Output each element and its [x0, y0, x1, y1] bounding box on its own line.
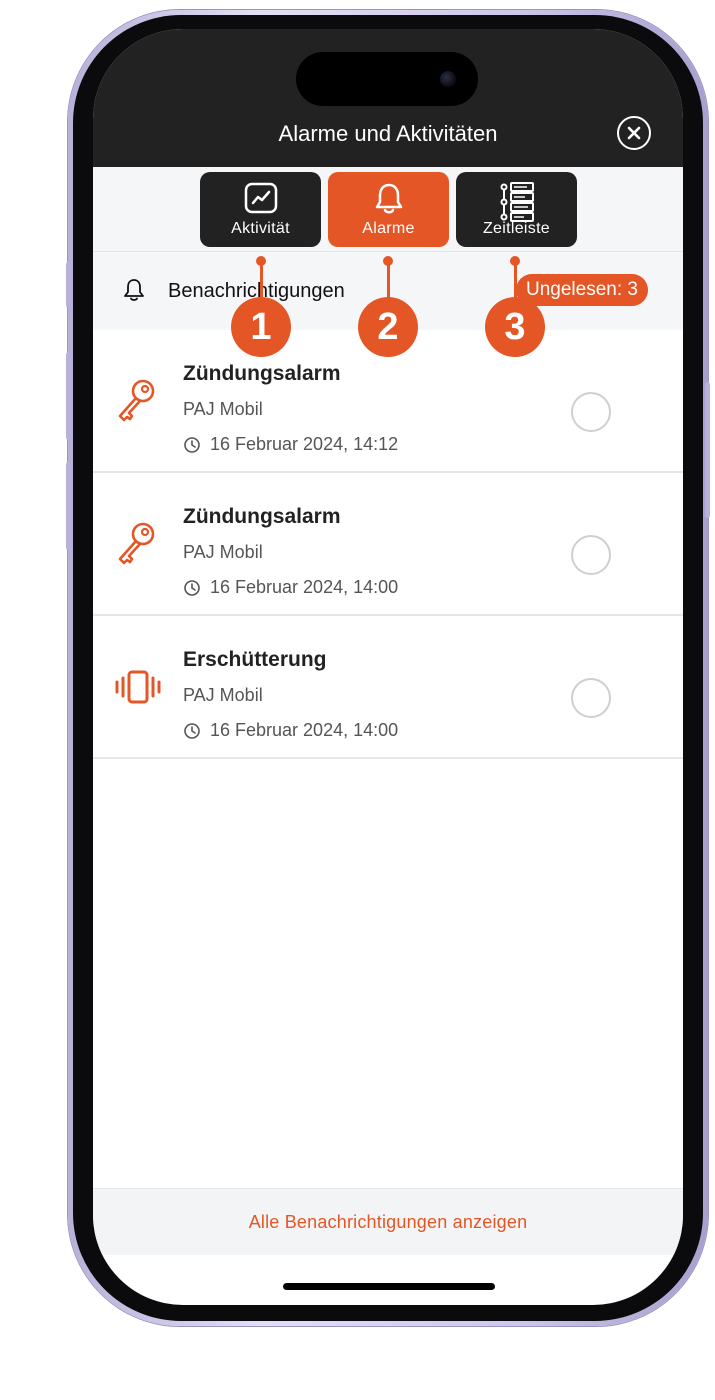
- vibration-icon: [115, 616, 161, 757]
- callout-3: 3: [485, 256, 545, 357]
- callout-stem: [386, 262, 390, 302]
- bell-icon: [123, 278, 145, 307]
- item-title: Erschütterung: [183, 648, 327, 671]
- power-button: [705, 382, 710, 518]
- home-indicator[interactable]: [283, 1283, 495, 1290]
- tab-alarme[interactable]: Alarme: [328, 172, 449, 247]
- item-date: 16 Februar 2024, 14:00: [210, 577, 399, 597]
- tab-label: Aktivität: [231, 220, 290, 237]
- callout-stem: [259, 262, 263, 302]
- tab-zeitleiste[interactable]: Zeitleiste: [456, 172, 577, 247]
- volume-down-button: [66, 462, 71, 550]
- item-title: Zündungsalarm: [183, 505, 341, 528]
- camera-icon: [440, 71, 456, 87]
- callout-1: 1: [231, 256, 291, 357]
- clock-icon: [184, 722, 200, 739]
- key-icon: [115, 330, 159, 471]
- read-toggle[interactable]: [571, 392, 611, 432]
- item-title: Zündungsalarm: [183, 362, 341, 385]
- item-subtitle: PAJ Mobil: [183, 542, 263, 562]
- clock-icon: [184, 436, 200, 453]
- bell-icon: [374, 182, 404, 221]
- tab-aktivitaet[interactable]: Aktivität: [200, 172, 321, 247]
- list-item[interactable]: Erschütterung PAJ Mobil 16 Februar 2024,…: [93, 616, 683, 759]
- read-toggle[interactable]: [571, 535, 611, 575]
- close-button[interactable]: [617, 116, 651, 150]
- page-title: Alarme und Aktivitäten: [278, 121, 498, 146]
- item-subtitle: PAJ Mobil: [183, 685, 263, 705]
- callout-number: 2: [358, 297, 418, 357]
- item-date-row: 16 Februar 2024, 14:12: [183, 434, 398, 455]
- close-icon: [627, 126, 641, 140]
- show-all-link[interactable]: Alle Benachrichtigungen anzeigen: [93, 1188, 683, 1255]
- app-screen: Alarme und Aktivitäten Aktivität Alarme …: [93, 29, 683, 1305]
- timeline-icon: [499, 182, 535, 227]
- key-icon: [115, 473, 159, 614]
- dynamic-island: [296, 52, 478, 106]
- callout-number: 3: [485, 297, 545, 357]
- item-date: 16 Februar 2024, 14:00: [210, 720, 399, 740]
- clock-icon: [184, 579, 200, 596]
- read-toggle[interactable]: [571, 678, 611, 718]
- item-subtitle: PAJ Mobil: [183, 399, 263, 419]
- list-item[interactable]: Zündungsalarm PAJ Mobil 16 Februar 2024,…: [93, 473, 683, 616]
- callout-number: 1: [231, 297, 291, 357]
- item-date-row: 16 Februar 2024, 14:00: [183, 577, 398, 598]
- activity-chart-icon: [244, 182, 278, 219]
- notification-list: Zündungsalarm PAJ Mobil 16 Februar 2024,…: [93, 330, 683, 759]
- tab-label: Alarme: [362, 220, 415, 237]
- callout-stem: [513, 262, 517, 302]
- callout-2: 2: [358, 256, 418, 357]
- item-date: 16 Februar 2024, 14:12: [210, 434, 399, 454]
- action-button: [66, 262, 71, 308]
- tab-bar: Aktivität Alarme Zeitleiste: [93, 167, 683, 252]
- item-date-row: 16 Februar 2024, 14:00: [183, 720, 398, 741]
- volume-up-button: [66, 352, 71, 440]
